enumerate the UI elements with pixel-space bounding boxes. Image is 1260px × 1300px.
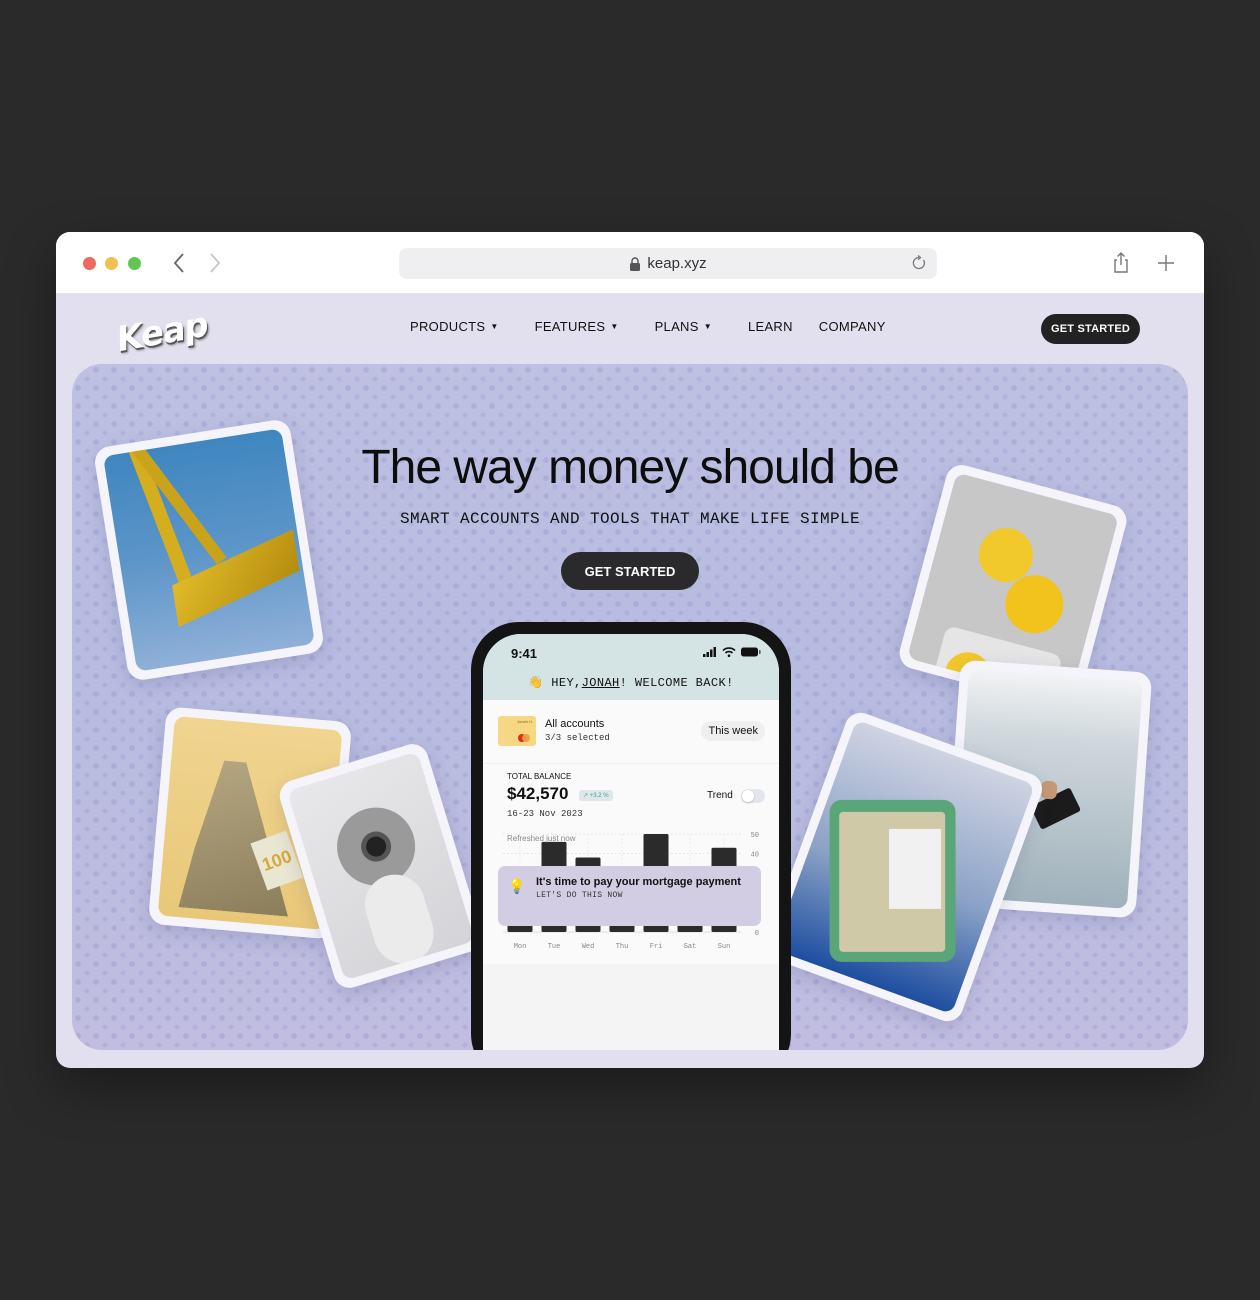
balance-card: TOTAL BALANCE $42,570 ↗ +3.2 % 16-23 Nov… — [483, 764, 779, 964]
nav-label: FEATURES — [534, 319, 606, 334]
hero-get-started-button[interactable]: GET STARTED — [561, 552, 699, 590]
trend-label: Trend — [707, 790, 733, 801]
minimize-window-button[interactable] — [105, 257, 118, 270]
accounts-subtitle: 3/3 selected — [545, 733, 610, 743]
balance-label: TOTAL BALANCE — [507, 772, 572, 781]
hero-section: 100 The way money should be SMART ACCOUN… — [72, 364, 1188, 1050]
welcome-prefix: HEY, — [551, 676, 582, 690]
refreshed-status: Refreshed just now — [507, 834, 576, 843]
phone-screen: 9:41 👋 HEY,JONAH! WELCOME BACK! Jonah H. — [483, 634, 779, 1050]
nav-label: PRODUCTS — [410, 319, 486, 334]
date-range: 16-23 Nov 2023 — [507, 809, 583, 819]
card-holder-name: Jonah H. — [516, 719, 533, 724]
y-tick-label: 40 — [751, 852, 759, 860]
card-thumbnail: Jonah H. — [498, 716, 536, 746]
nav-products[interactable]: PRODUCTS ▼ — [410, 319, 499, 334]
y-tick-label: 0 — [755, 930, 759, 938]
nav-company[interactable]: COMPANY — [819, 319, 886, 334]
caret-down-icon: ▼ — [610, 322, 619, 331]
hero-subheadline: SMART ACCOUNTS AND TOOLS THAT MAKE LIFE … — [399, 510, 861, 528]
reminder-title: It's time to pay your mortgage payment — [536, 876, 741, 888]
x-tick-label: Sat — [684, 943, 697, 951]
toggle-knob — [742, 790, 754, 802]
new-tab-icon[interactable] — [1154, 251, 1178, 275]
status-time: 9:41 — [511, 646, 538, 661]
nav-label: LEARN — [747, 319, 793, 334]
x-tick-label: Fri — [650, 943, 663, 951]
status-icons — [703, 647, 761, 657]
hero-headline: The way money should be — [361, 441, 899, 494]
main-menu: PRODUCTS ▼ FEATURES ▼ PLANS ▼ LEARN COMPANY — [410, 319, 922, 334]
nav-label: PLANS — [654, 319, 699, 334]
y-tick-label: 50 — [751, 832, 759, 840]
wave-icon: 👋 — [528, 676, 544, 690]
balance-value: $42,570 — [507, 784, 569, 803]
nav-learn[interactable]: LEARN — [748, 319, 793, 334]
nav-plans[interactable]: PLANS ▼ — [655, 319, 712, 334]
lightbulb-icon: 💡 — [508, 878, 526, 894]
share-icon[interactable] — [1109, 251, 1133, 275]
balance-change-badge: ↗ +3.2 % — [579, 790, 613, 801]
x-tick-label: Wed — [582, 943, 595, 951]
nav-label: COMPANY — [818, 319, 886, 334]
close-window-button[interactable] — [83, 257, 96, 270]
caret-down-icon: ▼ — [703, 322, 712, 331]
maximize-window-button[interactable] — [128, 257, 141, 270]
accounts-title: All accounts — [545, 718, 605, 730]
phone-header: 9:41 👋 HEY,JONAH! WELCOME BACK! — [483, 634, 779, 700]
welcome-message: 👋 HEY,JONAH! WELCOME BACK! — [483, 675, 779, 690]
accounts-selector[interactable]: Jonah H. All accounts 3/3 selected This … — [483, 700, 779, 764]
forward-icon[interactable] — [204, 250, 224, 276]
signal-icon — [703, 647, 716, 657]
browser-window: keap.xyz Keap PRODUCTS ▼ FEATURES ▼ PLANS ▼… — [56, 232, 1204, 1068]
mastercard-logo-icon-2 — [522, 734, 530, 742]
mortgage-reminder[interactable]: 💡 It's time to pay your mortgage payment… — [498, 866, 761, 926]
battery-icon — [741, 647, 761, 657]
reminder-action[interactable]: LET'S DO THIS NOW — [536, 891, 623, 900]
browser-toolbar: keap.xyz — [56, 232, 1204, 294]
lock-icon — [630, 256, 641, 271]
phone-mockup: 9:41 👋 HEY,JONAH! WELCOME BACK! Jonah H. — [471, 622, 791, 1050]
x-tick-label: Thu — [616, 943, 629, 951]
address-bar[interactable]: keap.xyz — [399, 248, 937, 279]
x-tick-label: Mon — [514, 943, 527, 951]
keap-logo[interactable]: Keap — [117, 299, 235, 361]
welcome-suffix: ! WELCOME BACK! — [619, 676, 734, 690]
url-text: keap.xyz — [647, 255, 707, 272]
nav-features[interactable]: FEATURES ▼ — [535, 319, 619, 334]
wifi-icon — [722, 647, 736, 657]
nav-get-started-button[interactable]: GET STARTED — [1041, 314, 1140, 344]
back-icon[interactable] — [170, 250, 190, 276]
caret-down-icon: ▼ — [490, 322, 499, 331]
user-name[interactable]: JONAH — [582, 676, 620, 690]
trend-toggle[interactable] — [741, 789, 765, 803]
site-navigation: Keap PRODUCTS ▼ FEATURES ▼ PLANS ▼ LEARN CO… — [56, 294, 1204, 364]
x-tick-label: Tue — [548, 943, 561, 951]
reload-icon[interactable] — [911, 255, 927, 271]
x-tick-label: Sun — [718, 943, 731, 951]
period-selector[interactable]: This week — [701, 721, 765, 741]
